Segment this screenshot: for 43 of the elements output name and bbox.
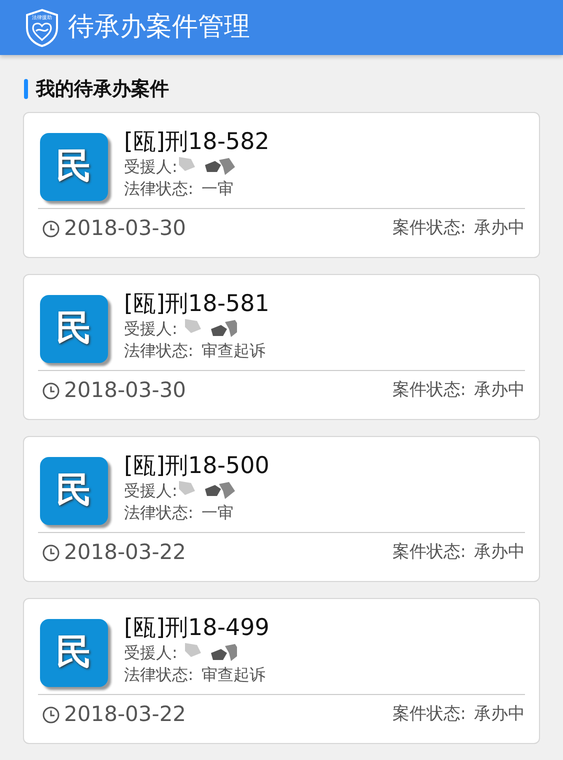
clock-icon [42,382,60,400]
section-title: 我的待承办案件 [36,77,169,102]
case-type-badge: 民 [40,294,108,362]
case-status-value: 承办中 [474,703,525,726]
case-number: [瓯]刑18-582 [124,128,270,156]
case-card[interactable]: 民 [瓯]刑18-499 受援人: 法律状态: 审查起诉 2018-03-22 案件状态: 承办中 [23,598,540,744]
case-status-label: 案件状态: [392,379,466,402]
case-card[interactable]: 民 [瓯]刑18-500 受援人: 法律状态: 一审 2018-03-22 案件状态: 承办中 [23,436,540,582]
case-date: 2018-03-22 [64,701,186,728]
recipient-label: 受援人: [124,156,178,178]
recipient-label: 受援人: [124,642,178,664]
case-status-label: 案件状态: [392,217,466,240]
section-marker [24,79,28,100]
case-number: [瓯]刑18-499 [124,614,270,642]
case-type-badge: 民 [40,456,108,524]
legal-status-value: 审查起诉 [201,664,266,686]
legal-status-label: 法律状态: [124,340,194,362]
case-type-badge: 民 [40,132,108,200]
case-status-value: 承办中 [474,541,525,564]
case-card[interactable]: 民 [瓯]刑18-581 受援人: 法律状态: 审查起诉 2018-03-30 案件状态: 承办中 [23,274,540,420]
legal-status-label: 法律状态: [124,178,194,200]
case-date: 2018-03-22 [64,539,186,566]
clock-icon [42,220,60,238]
clock-icon [42,544,60,562]
case-date: 2018-03-30 [64,377,186,404]
recipient-label: 受援人: [124,480,178,502]
legal-status-value: 一审 [201,178,234,200]
case-number: [瓯]刑18-500 [124,452,270,480]
legal-status-value: 一审 [201,502,234,524]
case-status-label: 案件状态: [392,541,466,564]
page-title: 待承办案件管理 [68,11,250,44]
clock-icon [42,706,60,724]
case-number: [瓯]刑18-581 [124,290,270,318]
case-status-label: 案件状态: [392,703,466,726]
recipient-label: 受援人: [124,318,178,340]
case-card[interactable]: 民 [瓯]刑18-582 受援人: 法律状态: 一审 2018-03-30 案件状态: 承办中 [23,112,540,258]
case-status-value: 承办中 [474,379,525,402]
legal-status-value: 审查起诉 [201,340,266,362]
case-date: 2018-03-30 [64,215,186,242]
case-status-value: 承办中 [474,217,525,240]
legal-status-label: 法律状态: [124,664,194,686]
legal-status-label: 法律状态: [124,502,194,524]
case-type-badge: 民 [40,618,108,686]
